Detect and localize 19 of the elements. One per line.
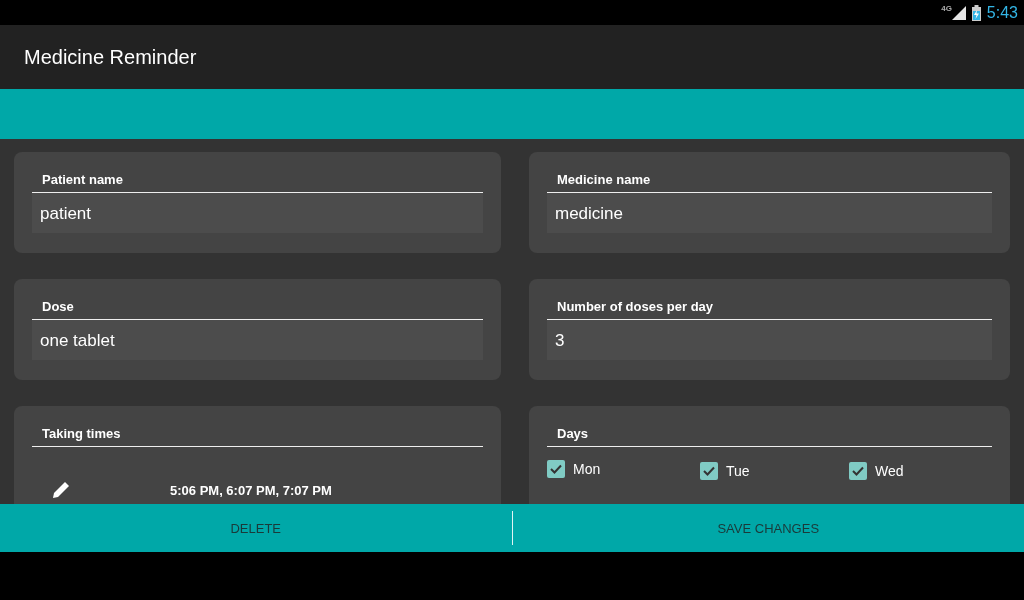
- day-label: Wed: [875, 463, 904, 479]
- battery-icon: [971, 4, 981, 21]
- app-title: Medicine Reminder: [24, 45, 197, 69]
- input-field[interactable]: patient: [32, 193, 483, 233]
- input-field[interactable]: 3: [547, 320, 992, 360]
- field-label: Taking times: [32, 424, 483, 447]
- day-label: Tue: [726, 463, 750, 479]
- pencil-icon[interactable]: [52, 481, 70, 499]
- times-text: 5:06 PM, 6:07 PM, 7:07 PM: [170, 482, 332, 498]
- clock: 5:43: [986, 3, 1018, 22]
- checkbox[interactable]: [849, 462, 867, 480]
- network-type: 4G: [941, 4, 952, 13]
- field-label: Days: [547, 424, 992, 447]
- day-label: Mon: [573, 460, 601, 477]
- checkbox[interactable]: [547, 459, 565, 478]
- signal-icon: [951, 5, 966, 20]
- checkbox[interactable]: [700, 462, 718, 480]
- input-field[interactable]: medicine: [547, 193, 992, 233]
- input-field[interactable]: one tablet: [32, 320, 483, 360]
